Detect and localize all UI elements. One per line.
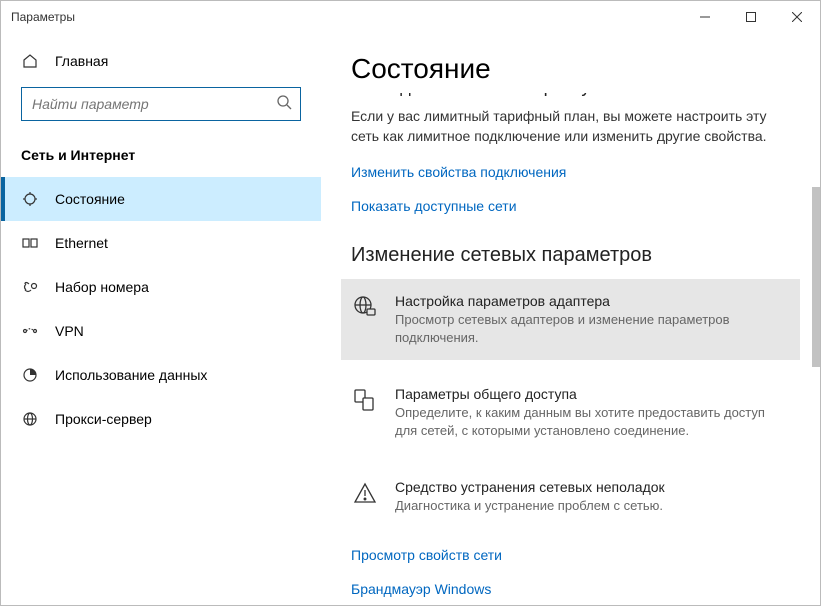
- sidebar-item-label: Использование данных: [55, 367, 207, 383]
- sidebar-item-label: VPN: [55, 323, 84, 339]
- link-view-network-props[interactable]: Просмотр свойств сети: [351, 547, 790, 563]
- option-adapter-settings[interactable]: Настройка параметров адаптера Просмотр с…: [341, 279, 800, 360]
- option-sharing-settings[interactable]: Параметры общего доступа Определите, к к…: [341, 372, 800, 453]
- sidebar-section-title: Сеть и Интернет: [1, 139, 321, 177]
- option-title: Параметры общего доступа: [395, 386, 790, 402]
- maximize-button[interactable]: [728, 1, 774, 33]
- status-icon: [21, 191, 39, 207]
- sidebar-item-label: Набор номера: [55, 279, 149, 295]
- ethernet-icon: [21, 235, 39, 251]
- globe-icon: [351, 293, 379, 346]
- search-field[interactable]: [32, 96, 276, 112]
- sidebar-item-dialup[interactable]: Набор номера: [1, 265, 321, 309]
- sidebar-item-label: Прокси-сервер: [55, 411, 152, 427]
- sidebar-item-ethernet[interactable]: Ethernet: [1, 221, 321, 265]
- option-desc: Просмотр сетевых адаптеров и изменение п…: [395, 311, 790, 346]
- link-change-connection-props[interactable]: Изменить свойства подключения: [351, 164, 790, 180]
- search-icon: [276, 94, 292, 115]
- window-title: Параметры: [11, 10, 75, 24]
- option-title: Настройка параметров адаптера: [395, 293, 790, 309]
- option-desc: Диагностика и устранение проблем с сетью…: [395, 497, 665, 515]
- search-input[interactable]: [21, 87, 301, 121]
- sharing-icon: [351, 386, 379, 439]
- option-title: Средство устранения сетевых неполадок: [395, 479, 665, 495]
- option-troubleshoot[interactable]: Средство устранения сетевых неполадок Ди…: [341, 465, 800, 529]
- sidebar-item-status[interactable]: Состояние: [1, 177, 321, 221]
- window-controls: [682, 1, 820, 33]
- sub-heading: Изменение сетевых параметров: [351, 244, 790, 267]
- link-firewall[interactable]: Брандмауэр Windows: [351, 581, 790, 597]
- titlebar: Параметры: [1, 1, 820, 33]
- warning-icon: [351, 479, 379, 515]
- sidebar-item-proxy[interactable]: Прокси-сервер: [1, 397, 321, 441]
- vpn-icon: [21, 323, 39, 339]
- home-icon: [21, 53, 39, 69]
- home-nav[interactable]: Главная: [1, 43, 321, 79]
- page-title: Состояние: [351, 53, 790, 85]
- intro-text: Если у вас лимитный тарифный план, вы мо…: [351, 107, 790, 146]
- scrollbar-thumb[interactable]: [812, 187, 820, 367]
- minimize-button[interactable]: [682, 1, 728, 33]
- dialup-icon: [21, 279, 39, 295]
- home-label: Главная: [55, 53, 108, 69]
- option-desc: Определите, к каким данным вы хотите пре…: [395, 404, 790, 439]
- proxy-icon: [21, 411, 39, 427]
- sidebar-item-label: Состояние: [55, 191, 125, 207]
- close-button[interactable]: [774, 1, 820, 33]
- data-usage-icon: [21, 367, 39, 383]
- main-panel: Состояние Вы подключены к Интернету Если…: [321, 33, 820, 605]
- cutoff-text: Вы подключены к Интернету: [351, 93, 790, 103]
- sidebar-item-label: Ethernet: [55, 235, 108, 251]
- link-show-available-networks[interactable]: Показать доступные сети: [351, 198, 790, 214]
- sidebar-item-vpn[interactable]: VPN: [1, 309, 321, 353]
- sidebar: Главная Сеть и Интернет Состояние Ethern…: [1, 33, 321, 605]
- sidebar-item-data-usage[interactable]: Использование данных: [1, 353, 321, 397]
